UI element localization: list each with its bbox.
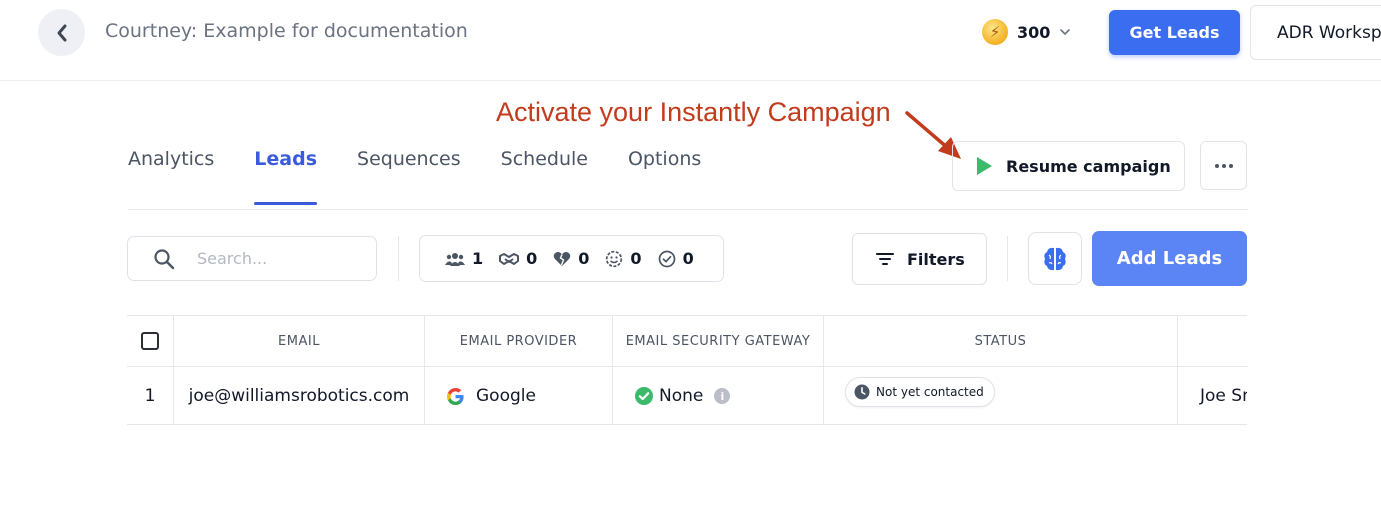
chevron-down-icon bbox=[1060, 29, 1071, 36]
column-header-name[interactable] bbox=[1178, 316, 1247, 366]
stat-leads-value: 1 bbox=[472, 249, 484, 268]
info-icon[interactable]: i bbox=[714, 388, 731, 404]
filters-label: Filters bbox=[907, 249, 965, 269]
column-header-status[interactable]: STATUS bbox=[824, 316, 1178, 366]
tab-analytics[interactable]: Analytics bbox=[128, 148, 214, 205]
toolbar-divider-2 bbox=[1007, 236, 1008, 281]
tab-sequences[interactable]: Sequences bbox=[357, 148, 461, 205]
more-options-button[interactable] bbox=[1200, 141, 1247, 190]
header-select-cell bbox=[127, 316, 174, 366]
lead-stats: 1 0 0 0 0 bbox=[419, 235, 724, 282]
status-badge: Not yet contacted bbox=[845, 377, 995, 407]
status-cell: Not yet contacted bbox=[824, 367, 1178, 424]
provider-cell: Google bbox=[425, 367, 613, 424]
credits-dropdown[interactable]: ⚡ 300 bbox=[982, 19, 1071, 45]
filters-button[interactable]: Filters bbox=[852, 233, 987, 285]
stat-completed[interactable]: 0 bbox=[658, 249, 694, 268]
clock-icon bbox=[854, 384, 870, 400]
check-circle-icon bbox=[658, 250, 675, 267]
credits-count: 300 bbox=[1017, 22, 1051, 42]
gateway-cell: None i bbox=[613, 367, 824, 424]
row-index: 1 bbox=[127, 367, 174, 424]
play-icon bbox=[977, 157, 992, 175]
page-title: Courtney: Example for documentation bbox=[105, 20, 468, 42]
google-icon bbox=[447, 387, 464, 405]
broken-heart-icon bbox=[553, 251, 571, 266]
tab-leads[interactable]: Leads bbox=[254, 148, 317, 205]
handshake-icon bbox=[499, 252, 520, 265]
tabs-divider bbox=[128, 209, 1247, 210]
column-header-gateway[interactable]: EMAIL SECURITY GATEWAY bbox=[613, 316, 824, 366]
provider-name: Google bbox=[476, 386, 536, 406]
lead-email[interactable]: joe@williamsrobotics.com bbox=[174, 367, 425, 424]
table-row[interactable]: 1 joe@williamsrobotics.com Google None i… bbox=[127, 367, 1247, 424]
ai-brain-button[interactable] bbox=[1028, 232, 1082, 285]
search-input[interactable] bbox=[197, 249, 357, 268]
back-button[interactable] bbox=[38, 9, 85, 56]
select-all-checkbox[interactable] bbox=[141, 332, 159, 350]
stat-handshake-value: 0 bbox=[526, 249, 538, 268]
search-icon bbox=[154, 248, 175, 269]
stat-leads[interactable]: 1 bbox=[445, 249, 483, 268]
top-bar: Courtney: Example for documentation ⚡ 30… bbox=[0, 0, 1381, 81]
workspace-label: ADR Workspace bbox=[1277, 22, 1381, 43]
stat-completed-value: 0 bbox=[682, 249, 694, 268]
stat-broken-heart-value: 0 bbox=[578, 249, 590, 268]
lead-name[interactable]: Joe Smith bbox=[1178, 367, 1247, 424]
smile-icon bbox=[606, 250, 623, 267]
tab-schedule[interactable]: Schedule bbox=[501, 148, 588, 205]
toolbar-divider bbox=[398, 236, 399, 281]
column-header-email[interactable]: EMAIL bbox=[174, 316, 425, 366]
filter-icon bbox=[876, 253, 894, 265]
gateway-value: None bbox=[659, 386, 704, 406]
stat-smile-value: 0 bbox=[630, 249, 642, 268]
leads-table: EMAIL EMAIL PROVIDER EMAIL SECURITY GATE… bbox=[127, 315, 1247, 425]
resume-campaign-label: Resume campaign bbox=[1006, 156, 1171, 176]
resume-campaign-button[interactable]: Resume campaign bbox=[952, 141, 1185, 191]
column-header-provider[interactable]: EMAIL PROVIDER bbox=[425, 316, 613, 366]
check-circle-green-icon bbox=[635, 387, 653, 405]
add-leads-button[interactable]: Add Leads bbox=[1092, 231, 1247, 286]
annotation-text: Activate your Instantly Campaign bbox=[496, 97, 891, 127]
search-box bbox=[127, 236, 377, 281]
brain-icon bbox=[1044, 247, 1066, 270]
workspace-selector[interactable]: ADR Workspace bbox=[1250, 5, 1381, 60]
stat-smile[interactable]: 0 bbox=[605, 249, 642, 268]
more-horizontal-icon bbox=[1214, 163, 1233, 168]
stat-broken-heart[interactable]: 0 bbox=[553, 249, 589, 268]
tab-options[interactable]: Options bbox=[628, 148, 701, 205]
get-leads-button[interactable]: Get Leads bbox=[1109, 10, 1240, 55]
chevron-left-icon bbox=[57, 24, 66, 41]
campaign-tabs: Analytics Leads Sequences Schedule Optio… bbox=[128, 148, 741, 205]
lightning-icon: ⚡ bbox=[982, 19, 1008, 45]
people-icon bbox=[445, 252, 465, 266]
table-header: EMAIL EMAIL PROVIDER EMAIL SECURITY GATE… bbox=[127, 316, 1247, 367]
status-text: Not yet contacted bbox=[876, 385, 984, 399]
stat-handshake[interactable]: 0 bbox=[499, 249, 537, 268]
